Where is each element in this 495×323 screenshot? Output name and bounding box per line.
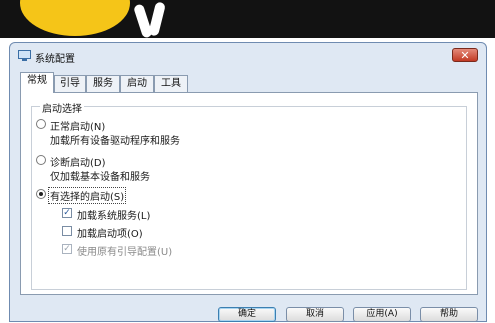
system-config-icon: [18, 50, 31, 61]
diagnostic-startup-label[interactable]: 诊断启动(D): [50, 154, 106, 169]
bunny-ear-right: [148, 1, 166, 37]
normal-startup-label[interactable]: 正常启动(N): [50, 118, 105, 133]
tab-general[interactable]: 常规: [20, 72, 54, 93]
general-tab-panel: 启动选择 正常启动(N) 加载所有设备驱动程序和服务 诊断启动(D) 仅加载基本…: [20, 92, 478, 295]
tab-startup[interactable]: 启动: [120, 75, 154, 92]
tab-tools[interactable]: 工具: [154, 75, 188, 92]
system-config-dialog: 系统配置 ✕ 常规 引导 服务 启动 工具 启动选择 正常启动(N) 加载所有设…: [9, 42, 487, 322]
load-startup-items-label[interactable]: 加载启动项(O): [77, 225, 143, 240]
cancel-button[interactable]: 取消: [286, 307, 344, 322]
window-title: 系统配置: [35, 54, 75, 65]
yellow-shape: [20, 0, 130, 36]
tab-services[interactable]: 服务: [86, 75, 120, 92]
load-startup-items-checkbox[interactable]: [62, 226, 72, 236]
load-system-services-label[interactable]: 加载系统服务(L): [77, 207, 150, 222]
selective-startup-radio[interactable]: [36, 189, 46, 199]
load-system-services-checkbox[interactable]: ✓: [62, 208, 72, 218]
title-bar[interactable]: 系统配置 ✕: [10, 43, 486, 69]
close-button[interactable]: ✕: [452, 48, 478, 62]
diagnostic-startup-description: 仅加载基本设备和服务: [50, 172, 150, 183]
diagnostic-startup-radio[interactable]: [36, 155, 46, 165]
normal-startup-radio[interactable]: [36, 119, 46, 129]
normal-startup-description: 加载所有设备驱动程序和服务: [50, 136, 180, 147]
ok-button[interactable]: 确定: [218, 307, 276, 322]
tab-boot[interactable]: 引导: [54, 75, 86, 92]
startup-selection-group: 启动选择 正常启动(N) 加载所有设备驱动程序和服务 诊断启动(D) 仅加载基本…: [31, 100, 467, 290]
selective-startup-label[interactable]: 有选择的启动(S): [47, 187, 127, 204]
use-original-boot-config-label: 使用原有引导配置(U): [77, 247, 173, 258]
apply-button[interactable]: 应用(A): [353, 307, 411, 322]
use-original-boot-config-checkbox: ✓: [62, 244, 72, 254]
group-title: 启动选择: [40, 100, 84, 115]
background-banner: [0, 0, 495, 38]
help-button[interactable]: 帮助: [420, 307, 478, 322]
